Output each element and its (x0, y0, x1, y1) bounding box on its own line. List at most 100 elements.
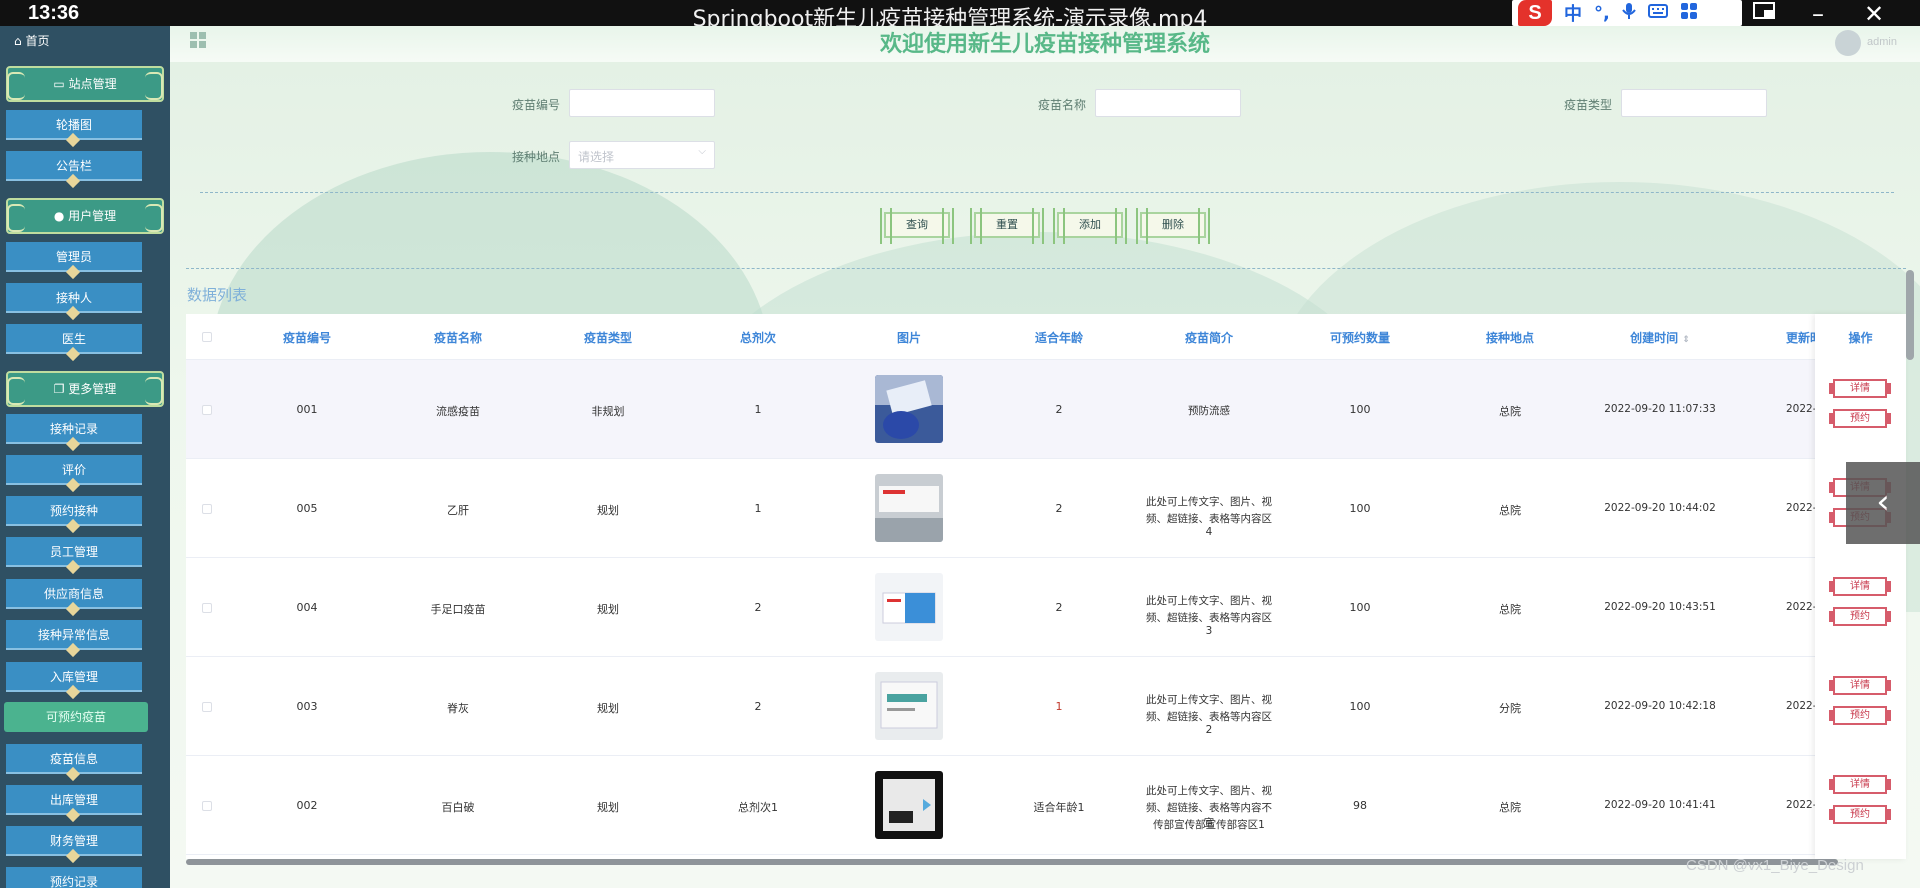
row-checkbox[interactable] (202, 702, 212, 712)
cell-name: 乙肝 (447, 504, 469, 517)
sidebar-item-notice[interactable]: 公告栏 (6, 151, 142, 181)
picture-in-picture-icon[interactable] (1752, 0, 1778, 28)
table-row[interactable]: 003 脊灰 规划 2 1 此处可上传文字、图片、视 频、超链接、表格等内容区2 100 分院 2… (186, 657, 1906, 756)
vaccine-image[interactable] (875, 573, 943, 641)
vaccine-image[interactable] (875, 375, 943, 443)
col-name: 疫苗名称 (433, 331, 482, 345)
vaccine-image[interactable] (875, 771, 943, 839)
sidebar-item-vaccinee[interactable]: 接种人 (6, 283, 142, 313)
sogou-logo-icon[interactable]: S (1518, 0, 1552, 26)
vaccine-image[interactable] (875, 474, 943, 542)
chevron-down-icon: ⌵ (698, 146, 706, 157)
sidebar-item-abnormal[interactable]: 接种异常信息 (6, 620, 142, 650)
col-code: 疫苗编号 (282, 331, 331, 345)
sidebar-group-label: 用户管理 (68, 209, 117, 223)
cell-place: 总院 (1499, 405, 1521, 418)
table-row[interactable]: 001 流感疫苗 非规划 1 2 预防流感 100 总院 2022-09-20 11:07:33… (186, 360, 1906, 459)
sidebar-group-site[interactable]: ▭ 站点管理 (6, 66, 164, 102)
book-button[interactable]: 预约 (1829, 805, 1891, 824)
sidebar-item-supplier[interactable]: 供应商信息 (6, 579, 142, 609)
cell-place: 总院 (1499, 603, 1521, 616)
sidebar-item-review[interactable]: 评价 (6, 455, 142, 485)
sidebar-item-finance[interactable]: 财务管理 (6, 826, 142, 856)
cell-intro: 此处可上传文字、图片、视 (1146, 694, 1272, 706)
reset-button[interactable]: 重置 (970, 208, 1044, 244)
col-type: 疫苗类型 (583, 331, 632, 345)
cell-doses: 2 (754, 700, 762, 713)
sidebar-item-records[interactable]: 接种记录 (6, 414, 142, 444)
cell-intro: 预防流感 (1188, 405, 1230, 417)
type-input[interactable] (1621, 89, 1767, 117)
minimize-button[interactable]: – (1812, 0, 1824, 28)
row-checkbox[interactable] (202, 801, 212, 811)
code-input[interactable] (569, 89, 715, 117)
col-place: 接种地点 (1485, 331, 1534, 345)
select-all-checkbox[interactable] (202, 332, 212, 342)
col-doses: 总剂次 (739, 331, 776, 345)
sidebar-item-carousel[interactable]: 轮播图 (6, 110, 142, 140)
sidebar-item-booking-records[interactable]: 预约记录 (6, 867, 142, 888)
vaccine-image[interactable] (875, 672, 943, 740)
row-checkbox[interactable] (202, 405, 212, 415)
book-button[interactable]: 预约 (1829, 409, 1891, 428)
apps-icon[interactable] (1680, 2, 1698, 25)
cell-type: 非规划 (591, 405, 625, 418)
ime-punct[interactable]: °, (1594, 3, 1610, 24)
cell-name: 脊灰 (447, 702, 469, 715)
table-row[interactable]: 002 百白破 规划 总剂次1 适合年龄1 此处可上传文字、图片、视 频、超链接、表格等内容… (186, 756, 1906, 855)
place-select[interactable]: 请选择 ⌵ (569, 141, 715, 169)
col-created[interactable]: 创建时间 ⇕ (1595, 329, 1725, 346)
ime-mode[interactable]: 中 (1564, 0, 1582, 26)
sort-icon[interactable]: ⇕ (1682, 335, 1690, 345)
table-row[interactable]: 005 乙肝 规划 1 2 此处可上传文字、图片、视 频、超链接、表格等内容区4 100 总院 2… (186, 459, 1906, 558)
col-op: 操作 (1848, 331, 1873, 345)
cell-qty: 100 (1349, 700, 1371, 713)
table-row[interactable]: 004 手足口疫苗 规划 2 2 此处可上传文字、图片、视 频、超链接、表格等内容区3 100… (186, 558, 1906, 657)
cell-intro: 频、超链接、表格等内容区4 (1146, 513, 1272, 538)
detail-button[interactable]: 详情 (1829, 379, 1891, 398)
sidebar-group-more[interactable]: ❐ 更多管理 (6, 371, 164, 407)
col-image: 图片 (896, 331, 921, 345)
microphone-icon[interactable] (1622, 2, 1636, 25)
vertical-scrollbar[interactable] (1906, 270, 1914, 360)
cell-doses: 1 (754, 502, 762, 515)
place-label: 接种地点 (511, 150, 560, 164)
sidebar-group-users[interactable]: ● 用户管理 (6, 198, 164, 234)
sidebar-item-booking[interactable]: 预约接种 (6, 496, 142, 526)
sidebar-item-doctor[interactable]: 医生 (6, 324, 142, 354)
sidebar-home[interactable]: ⌂ 首页 (14, 32, 49, 49)
video-player-bar: 13:36 Springboot新生儿疫苗接种管理系统-演示录像.mp4 S 中… (0, 0, 1920, 32)
detail-button[interactable]: 详情 (1829, 577, 1891, 596)
close-button[interactable]: ✕ (1864, 0, 1884, 28)
keyboard-icon[interactable] (1647, 3, 1668, 24)
row-checkbox[interactable] (202, 603, 212, 613)
data-table: 疫苗编号 疫苗名称 疫苗类型 总剂次 图片 适合年龄 疫苗简介 可预约数量 接种… (186, 314, 1906, 859)
query-button[interactable]: 查询 (880, 208, 954, 244)
cell-created: 2022-09-20 10:43:51 (1604, 601, 1716, 613)
cell-qty: 100 (1349, 403, 1371, 416)
cell-name: 百白破 (441, 801, 475, 814)
collapse-panel-button[interactable]: ‹ (1846, 462, 1920, 544)
detail-button[interactable]: 详情 (1829, 676, 1891, 695)
book-button[interactable]: 预约 (1829, 706, 1891, 725)
app-header: 欢迎使用新生儿疫苗接种管理系统 admin (170, 26, 1920, 62)
ime-toolbar[interactable]: S 中 °, (1512, 0, 1742, 26)
horizontal-scrollbar[interactable] (186, 859, 1838, 865)
username: admin (1867, 36, 1897, 48)
sidebar-item-staff[interactable]: 员工管理 (6, 537, 142, 567)
sidebar-item-stock-in[interactable]: 入库管理 (6, 662, 142, 692)
code-label: 疫苗编号 (511, 98, 560, 112)
row-checkbox[interactable] (202, 504, 212, 514)
name-input[interactable] (1095, 89, 1241, 117)
sidebar-item-bookable-vaccine[interactable]: 可预约疫苗 (4, 702, 148, 732)
add-button[interactable]: 添加 (1053, 208, 1127, 244)
monitor-icon: ▭ (53, 77, 65, 91)
delete-button[interactable]: 删除 (1136, 208, 1210, 244)
cell-type: 规划 (597, 801, 619, 814)
sidebar-item-vaccine-info[interactable]: 疫苗信息 (6, 744, 142, 774)
sidebar-item-admin[interactable]: 管理员 (6, 242, 142, 272)
detail-button[interactable]: 详情 (1829, 775, 1891, 794)
sidebar-item-stock-out[interactable]: 出库管理 (6, 785, 142, 815)
col-age: 适合年龄 (1034, 331, 1083, 345)
book-button[interactable]: 预约 (1829, 607, 1891, 626)
